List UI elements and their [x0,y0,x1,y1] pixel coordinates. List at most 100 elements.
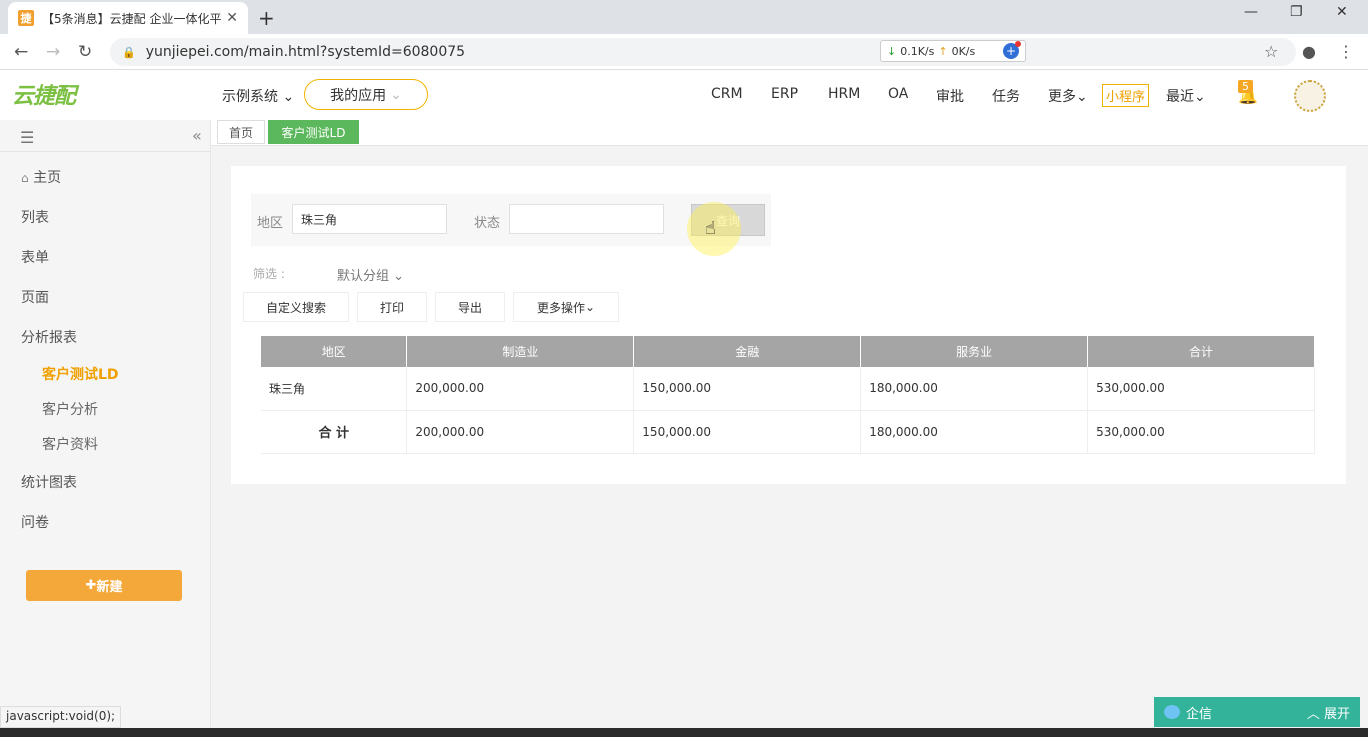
my-apps-label: 我的应用 [330,87,387,104]
nav-recent[interactable]: 最近⌄ [1166,86,1206,106]
close-icon[interactable]: ✕ [226,10,238,26]
os-taskbar [0,728,1368,737]
group-label: 默认分组 [337,269,390,284]
sidebar-item-charts[interactable]: 统计图表 [21,472,77,492]
table-cell: 530,000.00 [1087,410,1315,454]
collapse-icon[interactable]: « [192,126,202,145]
screen: 捷 【5条消息】云捷配 企业一体化平台 ✕ + — ❐ ✕ ← → ↻ 🔒 yu… [0,0,1368,737]
browser-tabbar: 捷 【5条消息】云捷配 企业一体化平台 ✕ + — ❐ ✕ [0,0,1368,34]
table-cell: 合 计 [261,410,408,454]
browser-addressbar: ← → ↻ 🔒 yunjiepei.com/main.html?systemId… [0,34,1368,70]
upload-speed: 0K/s [951,44,976,58]
column-header: 地区 [261,336,408,367]
sidebar-item-home[interactable]: ⌂ 主页 [21,167,61,187]
forward-icon[interactable]: → [46,42,60,62]
chevron-down-icon: ⌄ [282,89,295,105]
sidebar-sub-customer-info[interactable]: 客户资料 [42,434,98,454]
app-header: 云捷配 示例系统 ⌄ 我的应用 ⌄ CRM ERP HRM OA 审批 任务 更多… [0,70,1368,120]
profile-icon[interactable]: ● [1302,42,1316,61]
browser-tab[interactable]: 捷 【5条消息】云捷配 企业一体化平台 ✕ [8,2,248,34]
sidebar-item-survey[interactable]: 问卷 [21,512,49,532]
sidebar-item-reports[interactable]: 分析报表 [21,327,77,347]
tab-home[interactable]: 首页 [217,120,265,144]
custom-search-button[interactable]: 自定义搜索 [243,292,349,322]
star-icon[interactable]: ☆ [1264,42,1278,61]
plus-icon: ✚ [85,578,97,593]
notification-badge: 5 [1238,80,1253,93]
table-row: 珠三角 200,000.00 150,000.00 180,000.00 530… [261,367,1315,411]
reload-icon[interactable]: ↻ [78,42,92,62]
sidebar-item-label: 主页 [33,170,62,186]
nav-hrm[interactable]: HRM [828,86,860,102]
group-select[interactable]: 默认分组 ⌄ [337,265,404,284]
table-header-row: 地区 制造业 金融 服务业 合计 [261,336,1315,367]
table-cell: 珠三角 [261,367,408,411]
print-button[interactable]: 打印 [357,292,427,322]
column-header: 合计 [1087,336,1315,367]
expand-label: 展开 [1323,706,1350,722]
table-cell: 200,000.00 [406,410,635,454]
nav-more-label: 更多 [1048,89,1076,105]
region-label: 地区 [257,216,284,231]
report-table: 地区 制造业 金融 服务业 合计 珠三角 200,000.00 150,000.… [261,336,1315,454]
sidebar: ☰ « ⌂ 主页 列表 表单 页面 分析报表 客户测试LD 客户分析 客户资料 … [0,120,211,737]
window-close-icon[interactable]: ✕ [1336,4,1348,20]
status-url: javascript:void(0); [0,706,122,728]
expand-button[interactable]: ︿ 展开 [1307,703,1350,722]
my-apps-button[interactable]: 我的应用 ⌄ [304,79,428,110]
url-text: yunjiepei.com/main.html?systemId=6080075 [145,44,466,60]
nav-oa[interactable]: OA [888,86,908,102]
table-row-total: 合 计 200,000.00 150,000.00 180,000.00 530… [261,410,1315,454]
nav-recent-label: 最近 [1166,89,1194,105]
filter-label: 筛选 : [253,267,285,281]
speed-widget[interactable]: ↓ 0.1K/s ↑ 0K/s + [880,40,1026,62]
chevron-down-icon: ⌄ [1194,89,1206,105]
logo[interactable]: 云捷配 [12,78,76,110]
more-operations-label: 更多操作 [536,300,585,315]
nav-tasks[interactable]: 任务 [992,86,1020,106]
mini-program-button[interactable]: 小程序 [1102,84,1150,107]
system-menu[interactable]: 示例系统 ⌄ [222,86,294,106]
menu-dots-icon[interactable]: ⋮ [1338,42,1354,61]
sidebar-sub-customer-analysis[interactable]: 客户分析 [42,399,98,419]
export-button[interactable]: 导出 [435,292,505,322]
chevron-down-icon: ⌄ [1076,89,1088,105]
chevron-up-icon: ︿ [1306,706,1320,722]
restore-icon[interactable]: ❐ [1290,4,1303,20]
sidebar-item-form[interactable]: 表单 [21,247,49,267]
new-button[interactable]: ✚ 新建 [26,570,182,601]
nav-more[interactable]: 更多⌄ [1048,86,1088,106]
new-tab-icon[interactable]: + [258,6,275,30]
chevron-down-icon: ⌄ [393,269,405,284]
status-input[interactable] [509,204,664,234]
nav-approval[interactable]: 审批 [936,86,964,106]
chat-label: 企信 [1186,706,1213,722]
tab-title: 【5条消息】云捷配 企业一体化平台 [42,11,222,26]
table-cell: 180,000.00 [860,410,1089,454]
more-operations-button[interactable]: 更多操作 ⌄ [513,292,619,322]
new-button-label: 新建 [96,580,123,595]
tab-customer-test[interactable]: 客户测试LD [268,120,359,144]
chat-widget[interactable]: 企信 ︿ 展开 [1154,697,1360,727]
upload-arrow-icon: ↑ [938,44,948,58]
column-header: 金融 [633,336,862,367]
url-bar[interactable]: 🔒 yunjiepei.com/main.html?systemId=60800… [110,38,1296,66]
minimize-icon[interactable]: — [1244,4,1258,20]
sidebar-sub-customer-test[interactable]: 客户测试LD [42,364,119,384]
table-cell: 150,000.00 [633,410,862,454]
region-input[interactable]: 珠三角 [292,204,447,234]
sidebar-item-page[interactable]: 页面 [21,287,49,307]
hamburger-icon[interactable]: ☰ [20,128,34,147]
pointer-cursor-icon: ☝ [705,218,716,239]
table-cell: 150,000.00 [633,367,862,411]
download-arrow-icon: ↓ [887,44,897,58]
avatar[interactable] [1294,80,1326,112]
system-menu-label: 示例系统 [222,89,278,105]
back-icon[interactable]: ← [14,42,28,62]
sidebar-item-list[interactable]: 列表 [21,207,49,227]
table-cell: 530,000.00 [1087,367,1315,411]
nav-crm[interactable]: CRM [711,86,743,102]
nav-erp[interactable]: ERP [771,86,798,102]
lock-icon: 🔒 [122,45,136,59]
add-extension-icon[interactable]: + [1003,41,1021,59]
